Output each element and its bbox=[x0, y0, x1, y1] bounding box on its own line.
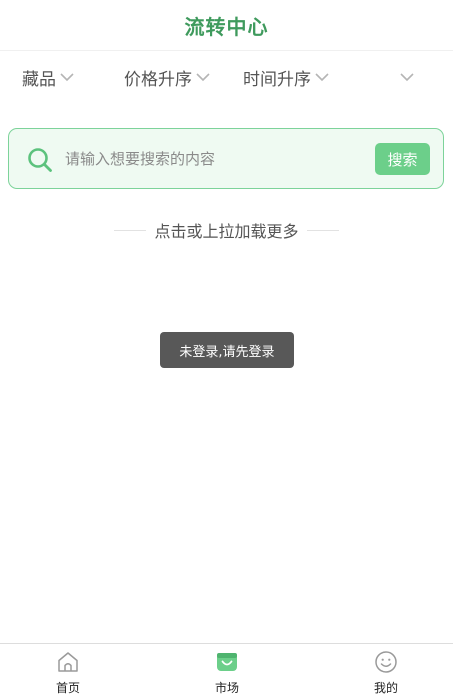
load-more-text: 点击或上拉加载更多 bbox=[154, 222, 299, 241]
filter-time-sort[interactable]: 时间升序 bbox=[243, 65, 330, 90]
divider-line bbox=[114, 229, 147, 231]
filter-extra[interactable] bbox=[396, 65, 415, 89]
login-toast: 未登录,请先登录 bbox=[160, 332, 294, 368]
load-more[interactable]: 点击或上拉加载更多 bbox=[0, 218, 453, 242]
chevron-down-icon bbox=[315, 73, 329, 82]
shopping-bag-icon bbox=[217, 653, 237, 671]
search-button[interactable]: 搜索 bbox=[375, 143, 430, 175]
tab-mine-label: 我的 bbox=[373, 681, 398, 695]
home-icon bbox=[58, 652, 78, 672]
filter-price-sort-label: 价格升序 bbox=[124, 69, 192, 90]
filter-bar: 藏品 价格升序 时间升序 bbox=[0, 51, 453, 103]
search-bar: 搜索 bbox=[8, 128, 444, 189]
filter-category[interactable]: 藏品 bbox=[22, 65, 75, 90]
search-input[interactable] bbox=[65, 144, 365, 174]
chevron-down-icon bbox=[400, 73, 414, 82]
tab-market[interactable]: 市场 bbox=[187, 650, 267, 696]
search-icon bbox=[28, 148, 52, 172]
tab-home-label: 首页 bbox=[55, 681, 80, 695]
filter-category-label: 藏品 bbox=[22, 69, 56, 90]
chevron-down-icon bbox=[60, 73, 74, 82]
toast-message: 未登录,请先登录 bbox=[179, 344, 275, 360]
tab-home[interactable]: 首页 bbox=[28, 650, 108, 696]
tab-market-label: 市场 bbox=[214, 681, 239, 695]
filter-price-sort[interactable]: 价格升序 bbox=[124, 65, 211, 90]
smile-icon bbox=[375, 651, 397, 673]
filter-time-sort-label: 时间升序 bbox=[243, 69, 311, 90]
app-header: 流转中心 bbox=[0, 0, 453, 51]
divider-line bbox=[306, 229, 339, 231]
page-title: 流转中心 bbox=[184, 14, 269, 39]
bottom-tab-bar: 首页 市场 我的 bbox=[0, 643, 453, 698]
tab-mine[interactable]: 我的 bbox=[346, 650, 426, 696]
chevron-down-icon bbox=[196, 73, 210, 82]
